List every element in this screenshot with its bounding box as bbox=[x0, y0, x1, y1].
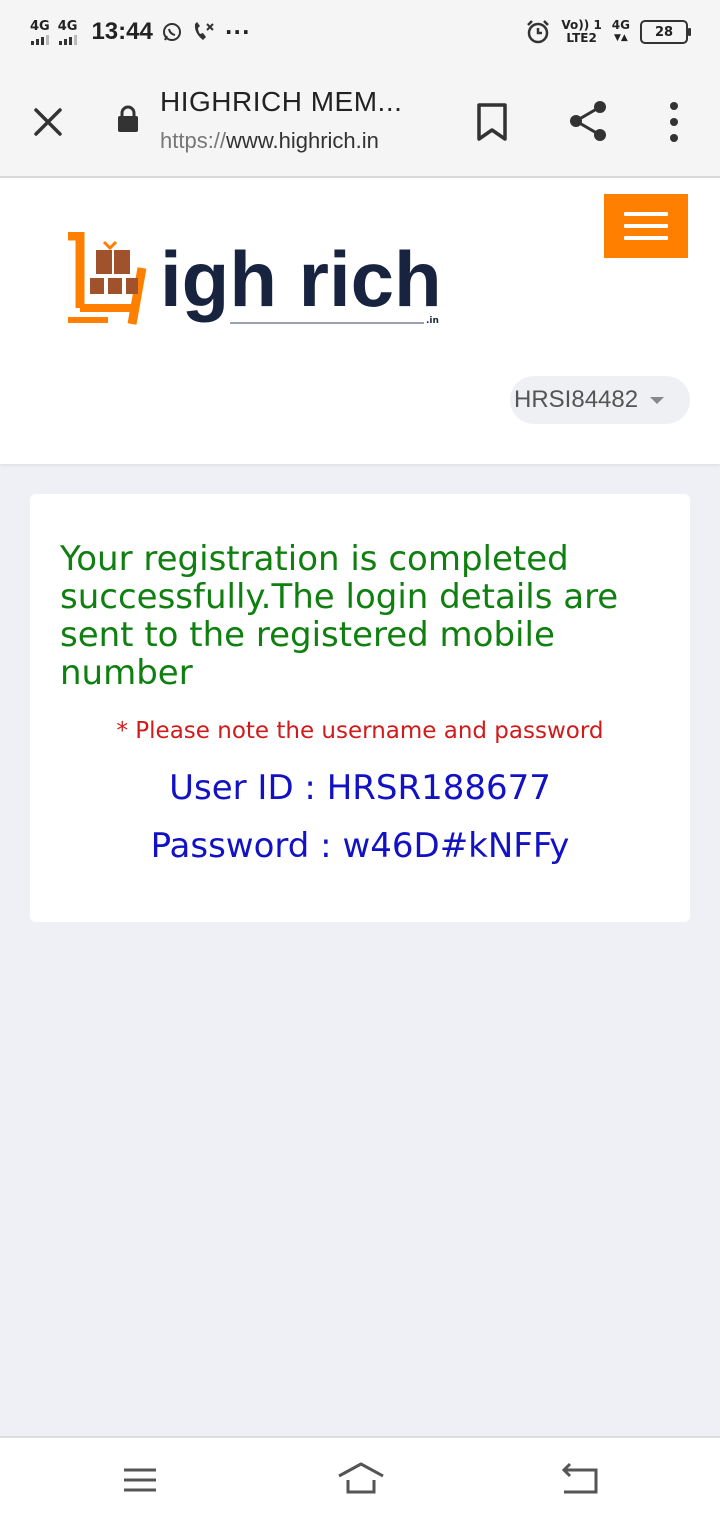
url-text[interactable]: https://www.highrich.in bbox=[160, 128, 379, 154]
menu-icon bbox=[624, 212, 668, 216]
user-id-text: User ID : HRSR188677 bbox=[169, 768, 551, 808]
browser-toolbar: HIGHRICH MEM... https://www.highrich.in bbox=[0, 64, 720, 178]
logo-suffix: .in bbox=[426, 316, 439, 326]
navigation-bar bbox=[0, 1436, 720, 1522]
signal-icon: 4G bbox=[30, 20, 50, 45]
lock-icon bbox=[118, 105, 138, 132]
more-options-icon[interactable] bbox=[660, 98, 688, 146]
recent-apps-icon[interactable] bbox=[118, 1460, 162, 1500]
signal-icon-2: 4G bbox=[58, 20, 77, 45]
hamburger-menu-button[interactable] bbox=[604, 194, 688, 258]
close-icon[interactable] bbox=[26, 100, 70, 144]
cart-logo-icon bbox=[68, 232, 147, 325]
missed-call-icon bbox=[194, 22, 214, 40]
highrich-logo[interactable]: igh rich .in bbox=[60, 232, 460, 352]
more-notifications-icon: ··· bbox=[224, 20, 251, 44]
back-icon[interactable] bbox=[558, 1460, 602, 1500]
note-message: * Please note the username and password bbox=[116, 718, 604, 744]
dropdown-caret-icon bbox=[650, 396, 665, 404]
share-icon[interactable] bbox=[566, 98, 610, 144]
page-title[interactable]: HIGHRICH MEM... bbox=[160, 86, 402, 118]
current-user-id: HRSI84482 bbox=[514, 386, 639, 413]
alarm-icon bbox=[527, 20, 550, 44]
volte-indicator: Vo)) 1 LTE2 bbox=[561, 18, 602, 45]
home-icon[interactable] bbox=[336, 1460, 386, 1500]
site-header: igh rich .in HRSI84482 bbox=[0, 178, 720, 464]
clock: 13:44 bbox=[91, 18, 153, 45]
bookmark-icon[interactable] bbox=[474, 100, 510, 144]
success-message: Your registration is completed successfu… bbox=[60, 539, 619, 693]
logo-text: igh rich bbox=[160, 235, 442, 323]
battery-icon: 28 bbox=[640, 20, 691, 44]
logo-underline bbox=[230, 322, 424, 324]
network-4g-indicator: 4G ▼▲ bbox=[611, 18, 630, 44]
whatsapp-icon bbox=[162, 23, 181, 41]
password-text: Password : w46D#kNFFy bbox=[150, 826, 570, 866]
registration-success-card: Your registration is completed successfu… bbox=[30, 494, 690, 922]
status-bar: 4G 4G 13:44 ··· Vo)) 1 LTE2 4G ▼▲ 28 bbox=[0, 0, 720, 64]
user-account-dropdown[interactable]: HRSI84482 bbox=[510, 376, 690, 424]
